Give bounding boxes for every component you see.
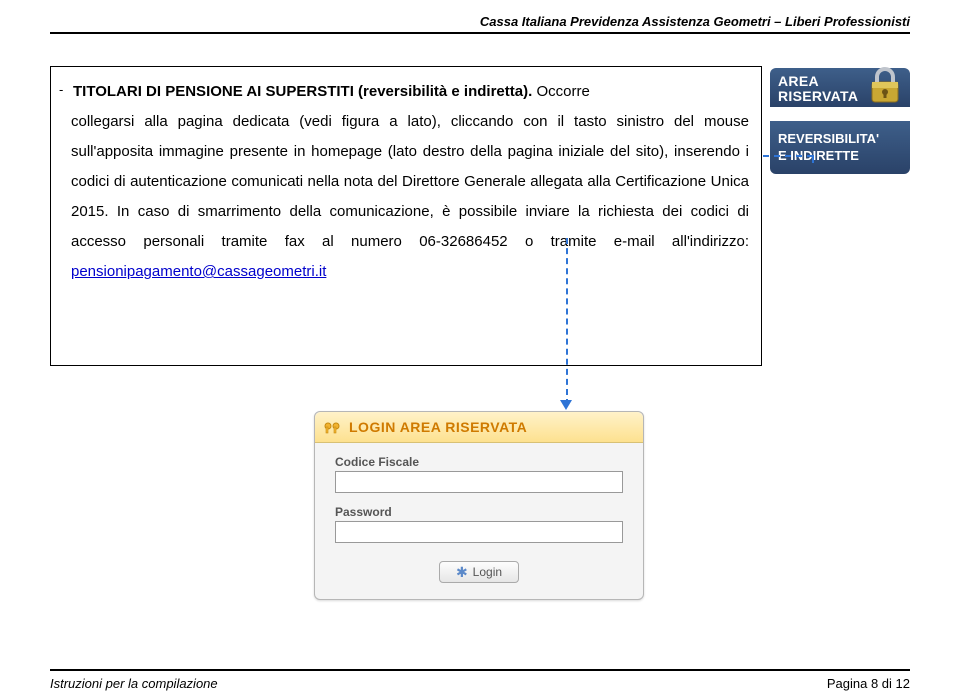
login-header-text: LOGIN AREA RISERVATA bbox=[349, 419, 527, 435]
section-title: TITOLARI DI PENSIONE AI SUPERSTITI (reve… bbox=[73, 83, 532, 100]
header-rule bbox=[50, 32, 910, 34]
instructions-box: - TITOLARI DI PENSIONE AI SUPERSTITI (re… bbox=[50, 66, 762, 366]
dashed-connector bbox=[812, 155, 814, 163]
footer-total: 12 bbox=[896, 676, 910, 691]
arrowhead-icon bbox=[560, 400, 572, 410]
login-panel: LOGIN AREA RISERVATA Codice Fiscale Pass… bbox=[314, 411, 644, 600]
lock-icon bbox=[864, 64, 906, 106]
page-header-org: Cassa Italiana Previdenza Assistenza Geo… bbox=[480, 14, 910, 29]
instructions-text: collegarsi alla pagina dedicata (vedi fi… bbox=[71, 113, 749, 250]
lead-word: Occorre bbox=[536, 83, 589, 100]
login-button[interactable]: ✱ Login bbox=[439, 561, 519, 583]
bullet-dash: - bbox=[59, 77, 63, 103]
email-link[interactable]: pensionipagamento@cassageometri.it bbox=[71, 263, 326, 280]
footer-rule bbox=[50, 669, 910, 671]
gear-icon: ✱ bbox=[456, 565, 468, 579]
area-riservata-link[interactable]: REVERSIBILITA' E INDIRETTE bbox=[770, 121, 910, 174]
area-riservata-widget: AREA RISERVATA REVERSIBILITA' E INDIRETT… bbox=[770, 68, 910, 174]
password-label: Password bbox=[335, 505, 623, 519]
login-button-label: Login bbox=[473, 565, 502, 579]
footer-right: Pagina 8 di 12 bbox=[827, 676, 910, 691]
instructions-body: collegarsi alla pagina dedicata (vedi fi… bbox=[71, 107, 749, 287]
codice-fiscale-input[interactable] bbox=[335, 471, 623, 493]
codice-fiscale-label: Codice Fiscale bbox=[335, 455, 623, 469]
dashed-arrow-line bbox=[566, 238, 568, 405]
footer-left: Istruzioni per la compilazione bbox=[50, 676, 218, 691]
password-input[interactable] bbox=[335, 521, 623, 543]
footer-of: di bbox=[878, 676, 895, 691]
area-label-1: AREA bbox=[778, 74, 858, 89]
area-riservata-header[interactable]: AREA RISERVATA bbox=[770, 68, 910, 107]
footer-prefix: Pagina bbox=[827, 676, 871, 691]
dashed-connector bbox=[763, 155, 813, 157]
area-bottom-line1: REVERSIBILITA' bbox=[778, 131, 902, 147]
login-header: LOGIN AREA RISERVATA bbox=[315, 412, 643, 443]
key-icon bbox=[323, 417, 343, 437]
area-label-2: RISERVATA bbox=[778, 89, 858, 104]
